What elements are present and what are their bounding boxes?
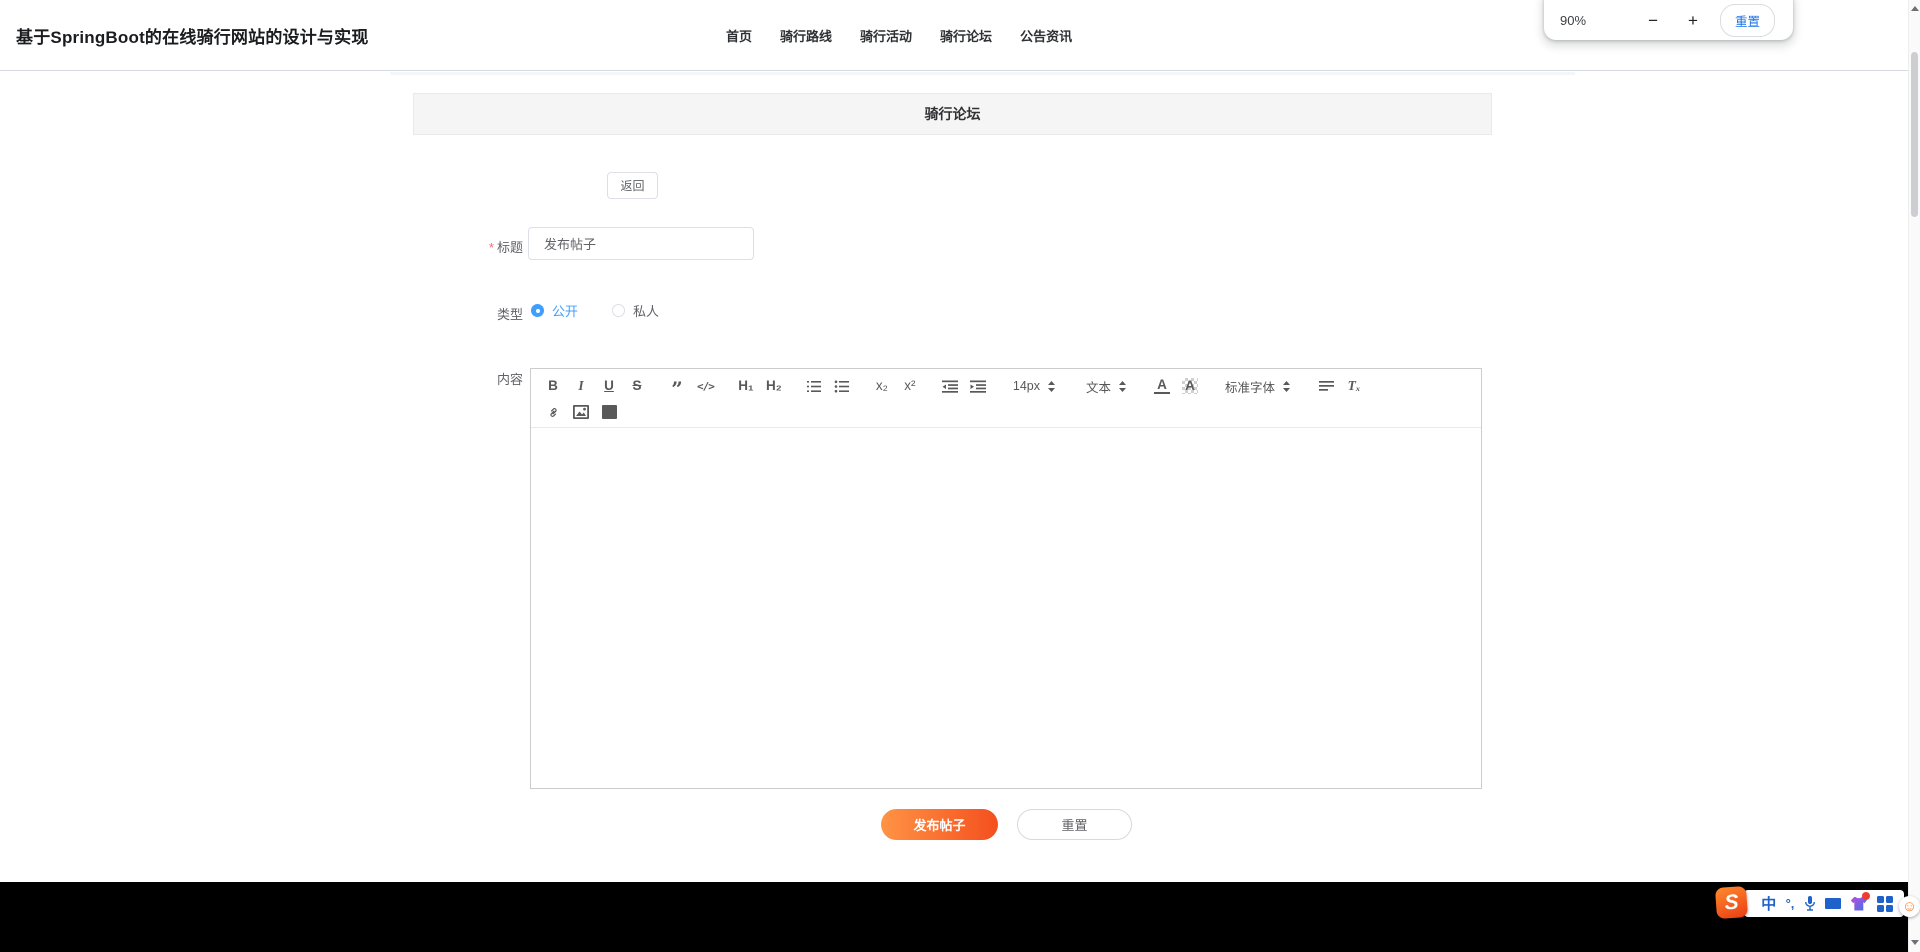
video-icon[interactable] — [601, 405, 617, 419]
font-size-select[interactable]: 14px — [1013, 379, 1056, 393]
indent-icon[interactable] — [969, 380, 986, 393]
rich-text-editor: B I U S ” </> H₁ H₂ x₂ x² 14px 文本 A A 标准… — [530, 368, 1482, 789]
editor-toolbar: B I U S ” </> H₁ H₂ x₂ x² 14px 文本 A A 标准… — [531, 369, 1481, 428]
nav-item-forum[interactable]: 骑行论坛 — [940, 26, 992, 45]
zoom-reset-button[interactable]: 重置 — [1719, 3, 1775, 37]
vertical-scrollbar[interactable] — [1908, 0, 1920, 952]
font-family-select[interactable]: 标准字体 — [1225, 377, 1291, 396]
editor-toolbar-row-1: B I U S ” </> H₁ H₂ x₂ x² 14px 文本 A A 标准… — [539, 373, 1473, 399]
back-button[interactable]: 返回 — [607, 172, 658, 199]
zoom-in-button[interactable]: + — [1684, 12, 1702, 29]
notification-dot — [1862, 892, 1871, 900]
ime-skin-icon[interactable] — [1850, 892, 1871, 911]
radio-selected-icon — [531, 303, 544, 317]
sogou-ime-logo[interactable]: S — [1714, 885, 1749, 920]
nav-item-announcements[interactable]: 公告资讯 — [1020, 26, 1072, 45]
ime-toolbar: 中 °, — [1744, 890, 1904, 917]
font-color-button[interactable]: A — [1154, 378, 1170, 395]
scrollbar-up-arrow[interactable] — [1911, 6, 1919, 11]
content-top-divider — [390, 72, 1575, 75]
code-button[interactable]: </> — [697, 381, 715, 392]
radio-option-public[interactable]: 公开 — [531, 301, 578, 320]
emoji-face-icon: ☺ — [1901, 898, 1918, 915]
updown-arrows-icon — [1282, 380, 1291, 393]
main-nav: 首页 骑行路线 骑行活动 骑行论坛 公告资讯 — [726, 0, 1072, 71]
ordered-list-icon[interactable] — [806, 380, 822, 393]
nav-item-activities[interactable]: 骑行活动 — [860, 26, 912, 45]
editor-content-area[interactable] — [531, 428, 1481, 788]
form-reset-button[interactable]: 重置 — [1017, 809, 1132, 840]
updown-arrows-icon — [1118, 380, 1127, 393]
scrollbar-thumb[interactable] — [1911, 52, 1918, 217]
ime-emoji-badge[interactable]: ☺ — [1899, 896, 1920, 917]
subscript-button[interactable]: x₂ — [874, 379, 890, 393]
page-footer — [0, 882, 1920, 952]
image-icon[interactable] — [573, 405, 589, 419]
virtual-keyboard-icon[interactable] — [1825, 898, 1842, 909]
underline-button[interactable]: U — [601, 379, 617, 393]
editor-toolbar-row-2 — [539, 399, 1473, 425]
outdent-icon[interactable] — [941, 380, 958, 393]
microphone-icon[interactable] — [1804, 896, 1816, 911]
link-icon[interactable] — [545, 405, 561, 420]
radio-unselected-icon — [612, 303, 626, 317]
zoom-level-value: 90% — [1560, 12, 1587, 28]
ime-toolbox-icon[interactable] — [1876, 895, 1893, 912]
title-field-label: * 标题 — [488, 240, 523, 255]
section-title: 骑行论坛 — [924, 106, 981, 122]
background-color-button[interactable]: A — [1182, 378, 1198, 394]
heading1-button[interactable]: H₁ — [738, 379, 754, 393]
heading2-button[interactable]: H₂ — [766, 379, 782, 393]
site-brand-title: 基于SpringBoot的在线骑行网站的设计与实现 — [16, 28, 369, 47]
zoom-out-button[interactable]: − — [1644, 12, 1662, 29]
align-icon[interactable] — [1318, 380, 1334, 392]
ime-punctuation-icon[interactable]: °, — [1786, 896, 1795, 911]
required-asterisk: * — [488, 240, 494, 255]
paragraph-format-select[interactable]: 文本 — [1086, 377, 1127, 396]
type-field-label: 类型 — [496, 307, 523, 322]
clear-format-button[interactable]: Tₓ — [1346, 379, 1362, 393]
updown-arrows-icon — [1047, 380, 1056, 393]
type-radio-group: 公开 私人 — [531, 298, 659, 322]
italic-button[interactable]: I — [573, 379, 589, 393]
ime-chinese-mode-icon[interactable]: 中 — [1761, 893, 1776, 914]
unordered-list-icon[interactable] — [834, 380, 850, 393]
blockquote-button[interactable]: ” — [669, 379, 685, 399]
section-header: 骑行论坛 — [413, 93, 1492, 135]
browser-zoom-popup: 90% − + 重置 — [1544, 0, 1793, 40]
bold-button[interactable]: B — [545, 379, 561, 393]
nav-item-routes[interactable]: 骑行路线 — [780, 26, 832, 45]
scrollbar-down-arrow[interactable] — [1911, 940, 1919, 945]
superscript-button[interactable]: x² — [902, 379, 918, 393]
nav-item-home[interactable]: 首页 — [726, 26, 752, 45]
title-input[interactable] — [528, 227, 754, 260]
radio-option-private[interactable]: 私人 — [612, 301, 659, 320]
content-field-label: 内容 — [496, 372, 523, 387]
strikethrough-button[interactable]: S — [629, 379, 645, 393]
publish-post-button[interactable]: 发布帖子 — [881, 809, 998, 840]
